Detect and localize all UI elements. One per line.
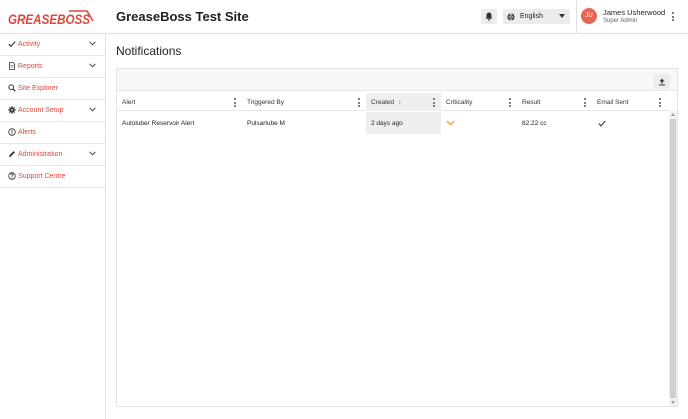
chevron-down-icon xyxy=(446,120,455,126)
globe-icon xyxy=(507,12,515,21)
sidebar-item-account-setup[interactable]: Account Setup xyxy=(0,100,105,122)
column-menu-icon[interactable] xyxy=(432,98,435,107)
table-header: Alert Triggered By Created ↓ Criticality… xyxy=(117,93,669,111)
column-header-created[interactable]: Created ↓ xyxy=(366,93,441,111)
column-header-email-sent[interactable]: Email Sent xyxy=(592,93,667,111)
scroll-down-icon[interactable] xyxy=(671,401,675,404)
sidebar-item-reports[interactable]: Reports xyxy=(0,56,105,78)
sidebar-item-label: Administration xyxy=(18,151,63,158)
table-scrollbar[interactable] xyxy=(669,111,677,406)
table-row[interactable]: Autoluber Reservoir Alert Pulsarlube M 2… xyxy=(117,112,669,134)
svg-text:GREASEBOSS: GREASEBOSS xyxy=(8,11,91,27)
sidebar-item-site-explorer[interactable]: Site Explorer xyxy=(0,78,105,100)
table-toolbar xyxy=(117,69,677,91)
cell-alert: Autoluber Reservoir Alert xyxy=(122,119,195,127)
column-header-result[interactable]: Result xyxy=(517,93,592,111)
column-menu-icon[interactable] xyxy=(233,98,236,107)
cell-created: 2 days ago xyxy=(366,112,441,134)
column-menu-icon[interactable] xyxy=(583,98,586,107)
language-value: English xyxy=(520,13,543,20)
app-header: GREASEBOSS GreaseBoss Test Site English … xyxy=(0,0,688,34)
greaseboss-logo[interactable]: GREASEBOSS xyxy=(7,7,95,29)
page-title: Notifications xyxy=(116,44,182,58)
chevron-down-icon xyxy=(89,107,96,112)
user-name[interactable]: James Usherwood xyxy=(603,8,665,17)
cell-result: 82.22 cc xyxy=(522,119,547,127)
cell-triggered-by: Pulsarlube M xyxy=(247,119,285,127)
sidebar-item-activity[interactable]: Activity xyxy=(0,34,105,56)
sidebar-item-label: Account Setup xyxy=(18,107,64,114)
column-menu-icon[interactable] xyxy=(357,98,360,107)
cell-criticality xyxy=(441,112,517,134)
notifications-button[interactable] xyxy=(481,9,497,24)
column-menu-icon[interactable] xyxy=(658,98,661,107)
cell-email-sent xyxy=(592,112,667,134)
site-title: GreaseBoss Test Site xyxy=(116,9,249,24)
search-icon xyxy=(8,84,16,92)
sidebar-item-label: Support Centre xyxy=(18,173,66,180)
chevron-down-icon xyxy=(89,41,96,46)
sidebar-item-support-centre[interactable]: Support Centre xyxy=(0,166,105,188)
help-circle-icon xyxy=(8,172,16,180)
chevron-down-icon xyxy=(89,151,96,156)
header-more-icon[interactable] xyxy=(671,12,674,21)
document-icon xyxy=(9,62,15,70)
bell-icon xyxy=(485,12,493,21)
scroll-up-icon[interactable] xyxy=(671,113,675,116)
upload-icon xyxy=(659,78,665,85)
column-menu-icon[interactable] xyxy=(508,98,511,107)
chevron-down-icon xyxy=(89,63,96,68)
sidebar: Activity Reports Site Explorer Account S… xyxy=(0,34,106,419)
caret-down-icon xyxy=(559,14,565,18)
pencil-icon xyxy=(9,151,15,157)
user-avatar[interactable]: JU xyxy=(581,8,597,24)
sort-descending-icon[interactable]: ↓ xyxy=(398,99,402,106)
column-header-alert[interactable]: Alert xyxy=(117,93,242,111)
column-header-triggered-by[interactable]: Triggered By xyxy=(242,93,366,111)
sidebar-item-label: Alerts xyxy=(18,129,36,136)
check-icon xyxy=(8,41,16,48)
sidebar-item-label: Reports xyxy=(18,63,43,70)
sidebar-item-label: Activity xyxy=(18,41,41,48)
header-divider xyxy=(576,0,577,34)
alert-circle-icon xyxy=(8,128,16,136)
export-button[interactable] xyxy=(654,74,670,89)
gear-icon xyxy=(8,106,16,114)
sidebar-item-administration[interactable]: Administration xyxy=(0,144,105,166)
notifications-table-panel: Alert Triggered By Created ↓ Criticality… xyxy=(116,68,678,407)
sidebar-item-alerts[interactable]: Alerts xyxy=(0,122,105,144)
check-icon xyxy=(598,120,606,127)
column-header-criticality[interactable]: Criticality xyxy=(441,93,517,111)
user-role: Super Admin xyxy=(603,18,638,24)
language-select[interactable]: English xyxy=(503,9,570,24)
sidebar-item-label: Site Explorer xyxy=(18,85,59,92)
scroll-thumb[interactable] xyxy=(670,119,676,398)
